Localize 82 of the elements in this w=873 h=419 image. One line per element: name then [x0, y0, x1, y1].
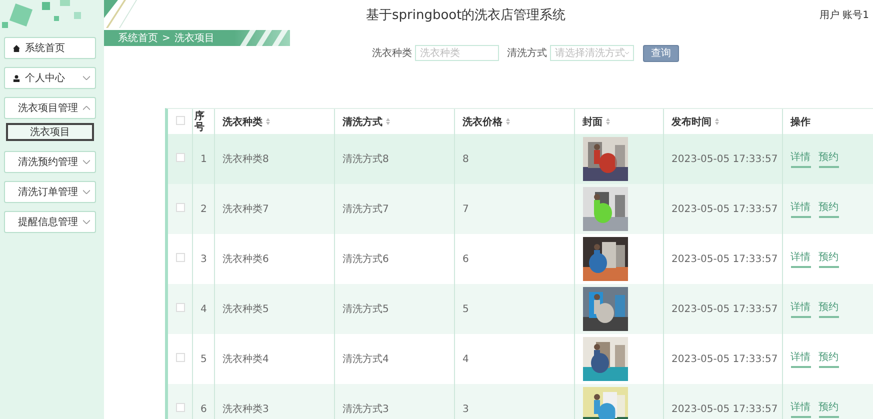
table-cell: 洗衣种类8 [222, 154, 269, 165]
sort-icon [714, 118, 718, 124]
breadcrumb-link[interactable]: 系统首页 [118, 31, 158, 45]
field-label: 清洗方式 [507, 46, 547, 60]
column-header: 清洗方式 [342, 116, 382, 128]
action-link[interactable]: 预约 [818, 150, 838, 168]
checkbox[interactable] [176, 153, 185, 162]
select-field[interactable]: 请选择清洗方式 [550, 45, 634, 61]
home-icon [13, 44, 20, 52]
action-link[interactable]: 预约 [818, 400, 838, 418]
sort-icon [506, 118, 510, 124]
sort-icon [386, 118, 390, 124]
table-cell: 2023-05-05 17:33:57 [672, 304, 778, 314]
table-cell: 4 [200, 304, 207, 314]
table-cell: 2023-05-05 17:33:57 [672, 154, 778, 164]
field-label: 洗衣种类 [372, 46, 412, 60]
column-header: 封面 [582, 116, 602, 128]
action-link[interactable]: 详情 [790, 250, 810, 268]
column-header: 洗衣种类 [222, 116, 262, 128]
table-cell: 3 [462, 404, 469, 414]
action-link[interactable]: 详情 [790, 300, 810, 318]
app-title: 基于springboot的洗衣店管理系统 [366, 7, 566, 24]
table-cell: 3 [200, 254, 207, 264]
table-cell: 6 [200, 404, 207, 414]
checkbox[interactable] [176, 116, 185, 124]
table-cell: 5 [462, 304, 469, 314]
menu-item[interactable]: 提醒信息管理 [4, 211, 96, 233]
checkbox[interactable] [176, 353, 185, 362]
table-cell: 清洗方式5 [342, 304, 389, 315]
menu-item[interactable]: 清洗订单管理 [4, 181, 96, 203]
checkbox[interactable] [176, 303, 185, 312]
checkbox[interactable] [176, 253, 185, 262]
action-link[interactable]: 预约 [818, 250, 838, 268]
table-cell: 清洗方式6 [342, 254, 389, 265]
table-cell: 7 [462, 204, 469, 214]
user-label: 用户 账号1 [819, 8, 869, 22]
action-link[interactable]: 详情 [790, 150, 810, 168]
table-cell: 清洗方式3 [342, 404, 389, 415]
table-cell: 2023-05-05 17:33:57 [672, 254, 778, 264]
checkbox[interactable] [176, 403, 185, 412]
action-link[interactable]: 预约 [818, 300, 838, 318]
column-header: 发布时间 [672, 116, 712, 128]
stripe-drawing [104, 0, 138, 28]
action-link[interactable]: 预约 [818, 200, 838, 218]
table-cell: 洗衣种类6 [222, 254, 269, 265]
breadcrumb-link[interactable]: 洗衣项目 [174, 31, 214, 45]
table-cell: 2023-05-05 17:33:57 [672, 354, 778, 364]
table-cell: 洗衣种类4 [222, 354, 269, 365]
search-field[interactable]: 洗衣种类 [415, 45, 499, 61]
column-header: 操作 [790, 116, 810, 128]
menu-item[interactable]: 系统首页 [4, 37, 96, 59]
column-header: 洗衣价格 [462, 116, 502, 128]
menu-item[interactable]: 个人中心 [4, 67, 96, 89]
table-cell: 清洗方式8 [342, 154, 389, 165]
table-cell: 8 [462, 154, 469, 164]
menu-item[interactable]: 清洗预约管理 [4, 151, 96, 173]
submenu-item[interactable]: 洗衣项目 [6, 123, 94, 141]
user-icon [13, 74, 20, 82]
table-cell: 清洗方式4 [342, 354, 389, 365]
table-cell: 2 [200, 204, 207, 214]
sort-icon [606, 118, 610, 124]
table-cell: 洗衣种类5 [222, 304, 269, 315]
table-cell: 2023-05-05 17:33:57 [672, 204, 778, 214]
action-link[interactable]: 详情 [790, 200, 810, 218]
table-cell: 6 [462, 254, 469, 264]
separator: > [162, 32, 170, 44]
column-header: 序号 [194, 110, 206, 132]
table-cell: 洗衣种类7 [222, 204, 269, 215]
table-cell: 2023-05-05 17:33:57 [672, 404, 778, 414]
menu-item[interactable]: 洗衣项目管理 [4, 97, 96, 119]
action-link[interactable]: 预约 [818, 350, 838, 368]
action-link[interactable]: 详情 [790, 400, 810, 418]
sort-icon [266, 118, 270, 124]
search-button[interactable]: 查询 [643, 44, 679, 62]
checkbox[interactable] [176, 203, 185, 212]
table-cell: 1 [200, 154, 207, 164]
action-link[interactable]: 详情 [790, 350, 810, 368]
table-cell: 洗衣种类3 [222, 404, 269, 415]
table-cell: 5 [200, 354, 207, 364]
chevron-down-icon [625, 51, 629, 55]
table-cell: 4 [462, 354, 469, 364]
table-cell: 清洗方式7 [342, 204, 389, 215]
